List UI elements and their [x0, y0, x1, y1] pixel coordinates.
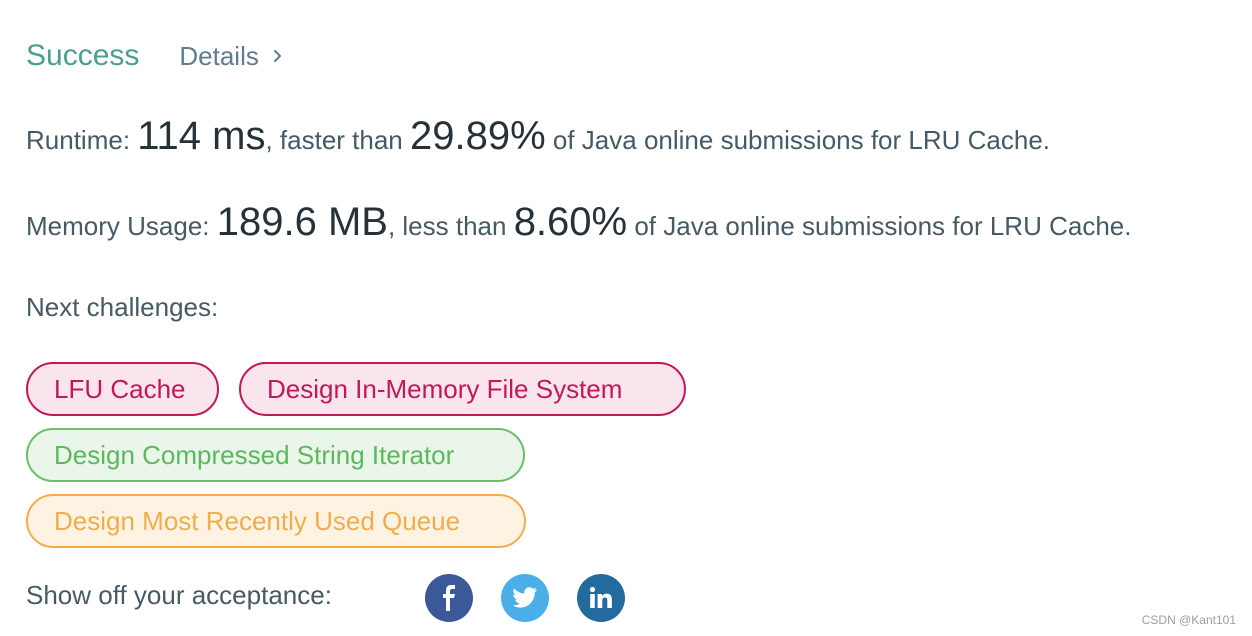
linkedin-icon	[589, 586, 612, 608]
share-label: Show off your acceptance:	[26, 580, 332, 610]
runtime-suffix: of Java online submissions for LRU Cache…	[545, 125, 1051, 155]
twitter-share-button[interactable]	[501, 574, 549, 622]
challenge-label: Design In-Memory File System	[267, 373, 623, 404]
runtime-label: Runtime:	[26, 125, 138, 155]
facebook-icon	[443, 585, 455, 611]
memory-suffix: of Java online submissions for LRU Cache…	[627, 211, 1132, 241]
details-label: Details	[179, 40, 259, 71]
status-label: Success	[26, 39, 140, 72]
facebook-share-button[interactable]	[425, 574, 473, 622]
challenge-pill-compressed-string-iterator[interactable]: Design Compressed String Iterator	[26, 428, 525, 482]
challenge-label: Design Most Recently Used Queue	[54, 505, 461, 536]
watermark: CSDN @Kant101	[1141, 613, 1236, 627]
memory-line: Memory Usage: 189.6 MB, less than 8.60% …	[26, 200, 1131, 245]
chevron-right-icon	[273, 50, 281, 62]
challenge-pill-lfu-cache[interactable]: LFU Cache	[26, 362, 219, 416]
memory-comparison: , less than	[387, 211, 514, 241]
runtime-percent: 29.89%	[410, 114, 546, 158]
challenge-label: LFU Cache	[54, 373, 186, 404]
challenge-pill-in-memory-file-system[interactable]: Design In-Memory File System	[239, 362, 686, 416]
memory-value: 189.6 MB	[216, 200, 388, 244]
details-link[interactable]: Details	[179, 41, 284, 72]
twitter-icon	[512, 587, 538, 608]
memory-percent: 8.60%	[513, 200, 628, 244]
challenge-label: Design Compressed String Iterator	[54, 439, 455, 470]
challenge-pill-most-recently-used-queue[interactable]: Design Most Recently Used Queue	[26, 494, 526, 548]
runtime-comparison: , faster than	[265, 125, 410, 155]
memory-label: Memory Usage:	[26, 211, 217, 241]
runtime-line: Runtime: 114 ms, faster than 29.89% of J…	[26, 114, 1050, 159]
next-challenges-label: Next challenges:	[26, 292, 219, 322]
linkedin-share-button[interactable]	[577, 574, 625, 622]
result-header: Success Details	[26, 34, 285, 78]
runtime-value: 114 ms	[137, 114, 266, 158]
